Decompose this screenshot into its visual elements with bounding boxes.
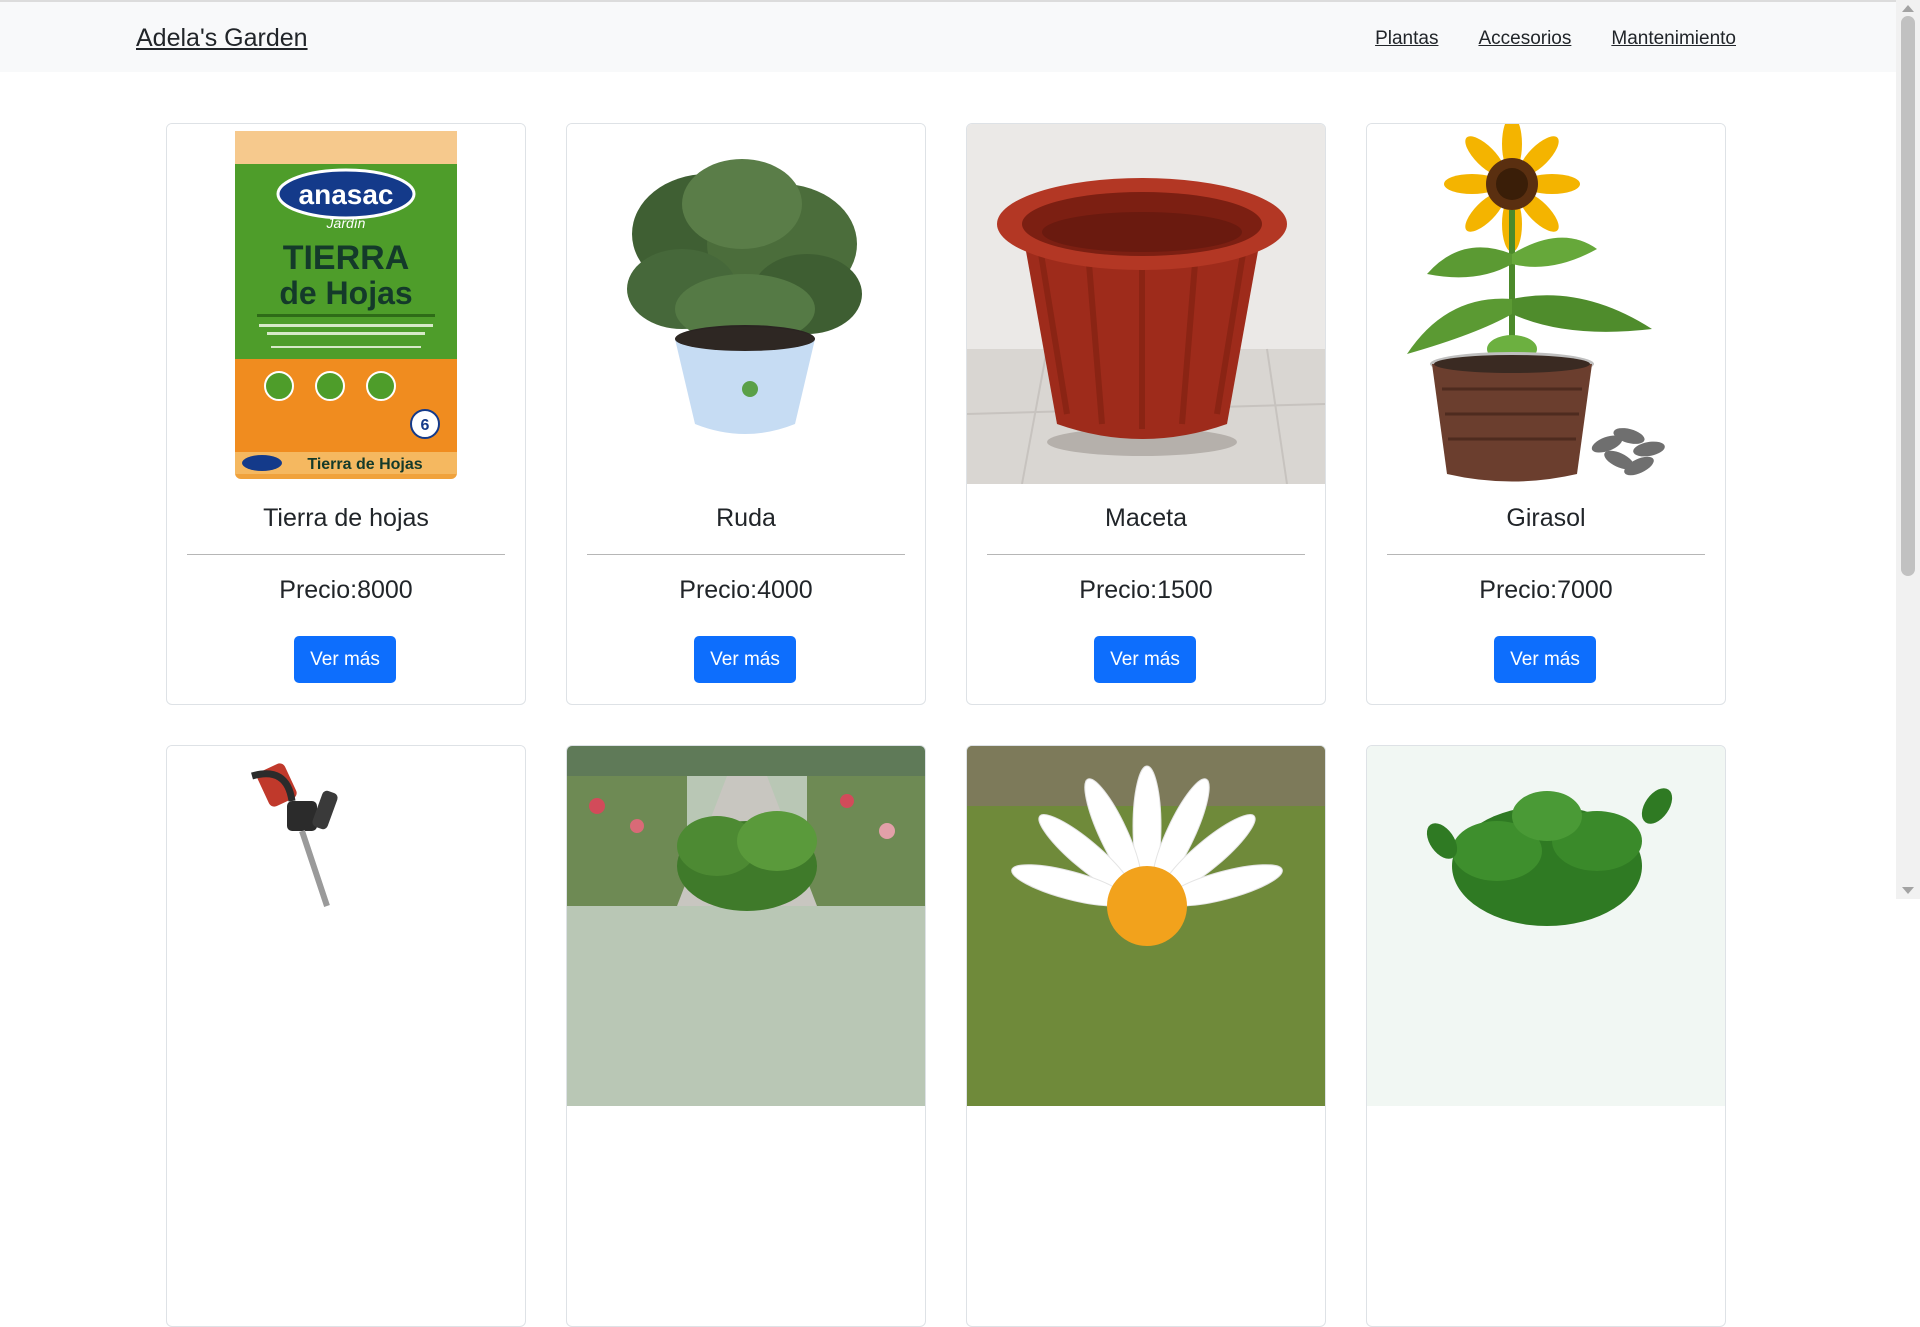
scroll-down-arrow-icon[interactable] <box>1902 887 1914 894</box>
card-divider <box>1387 554 1705 555</box>
product-title: Maceta <box>1105 504 1187 532</box>
pot-image <box>967 124 1325 484</box>
product-card: Maceta Precio:1500 Ver más <box>966 123 1326 705</box>
product-price: Precio:8000 <box>279 576 413 604</box>
svg-text:6: 6 <box>421 417 430 434</box>
nav-link-accesorios[interactable]: Accesorios <box>1478 28 1571 50</box>
product-title: Girasol <box>1506 504 1586 532</box>
product-card: Ruda Precio:4000 Ver más <box>566 123 926 705</box>
product-title: Tierra de hojas <box>263 504 429 532</box>
card-divider <box>187 554 505 555</box>
trimmer-image <box>167 746 525 1106</box>
vertical-scrollbar[interactable] <box>1896 0 1920 899</box>
product-grid: anasac Jardín TIERRA de Hojas 6 Tierra d… <box>166 123 1726 1327</box>
brand-link[interactable]: Adela's Garden <box>136 24 308 53</box>
svg-text:anasac: anasac <box>299 179 394 210</box>
card-divider <box>987 554 1305 555</box>
nav-links: Plantas Accesorios Mantenimiento <box>1375 28 1736 50</box>
product-card: anasac Jardín TIERRA de Hojas 6 Tierra d… <box>166 123 526 705</box>
svg-text:Jardín: Jardín <box>326 215 366 231</box>
ver-mas-button[interactable]: Ver más <box>294 636 396 683</box>
product-card <box>966 745 1326 1327</box>
scroll-up-arrow-icon[interactable] <box>1902 5 1914 12</box>
ver-mas-button[interactable]: Ver más <box>1094 636 1196 683</box>
card-divider <box>587 554 905 555</box>
navbar: Adela's Garden Plantas Accesorios Manten… <box>0 2 1896 72</box>
product-price: Precio:1500 <box>1079 576 1213 604</box>
svg-text:Tierra de Hojas: Tierra de Hojas <box>307 456 422 473</box>
nav-link-plantas[interactable]: Plantas <box>1375 28 1438 50</box>
product-card <box>166 745 526 1327</box>
soil-bag-image: anasac Jardín TIERRA de Hojas 6 Tierra d… <box>167 124 525 484</box>
ver-mas-button[interactable]: Ver más <box>1494 636 1596 683</box>
product-price: Precio:7000 <box>1479 576 1613 604</box>
product-card <box>566 745 926 1327</box>
svg-text:TIERRA: TIERRA <box>283 239 410 277</box>
nursery-plant-image <box>567 746 925 1106</box>
sunflower-image <box>1367 124 1725 484</box>
nav-link-mantenimiento[interactable]: Mantenimiento <box>1611 28 1736 50</box>
ver-mas-button[interactable]: Ver más <box>694 636 796 683</box>
product-card <box>1366 745 1726 1327</box>
product-title: Ruda <box>716 504 776 532</box>
daisy-image <box>967 746 1325 1106</box>
svg-text:de Hojas: de Hojas <box>279 275 412 311</box>
rue-plant-image <box>567 124 925 484</box>
product-price: Precio:4000 <box>679 576 813 604</box>
product-card: Girasol Precio:7000 Ver más <box>1366 123 1726 705</box>
scrollbar-thumb[interactable] <box>1901 16 1915 576</box>
green-plant-image <box>1367 746 1725 1106</box>
